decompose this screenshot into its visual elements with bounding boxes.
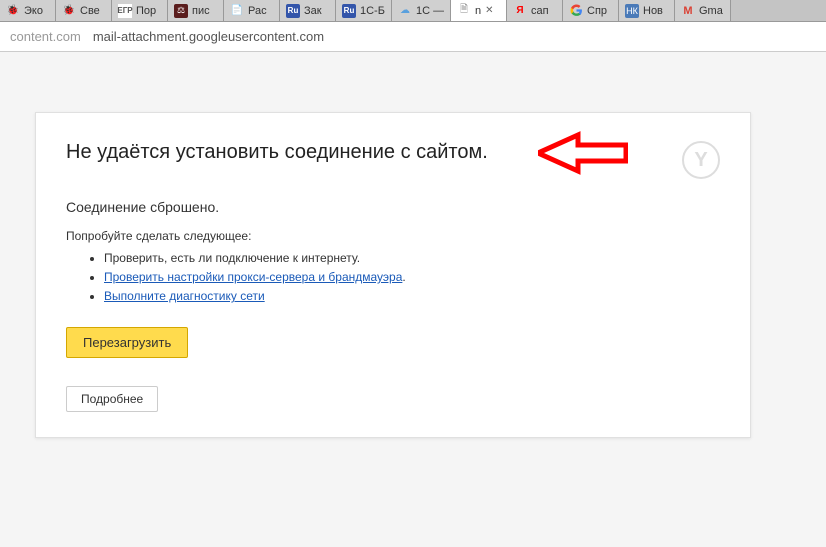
- tab-pis[interactable]: ⚖ пис: [168, 0, 224, 21]
- tab-1c-b[interactable]: Ru 1С-Б: [336, 0, 392, 21]
- yandex-browser-logo-icon: Y: [682, 141, 720, 179]
- error-subtitle: Соединение сброшено.: [66, 199, 720, 215]
- annotation-arrow-icon: [538, 131, 628, 175]
- tab-label: сап: [531, 5, 549, 17]
- tab-zak[interactable]: Ru Зак: [280, 0, 336, 21]
- tab-label: Рас: [248, 5, 267, 17]
- google-icon: [569, 4, 583, 18]
- proxy-settings-link[interactable]: Проверить настройки прокси-сервера и бра…: [104, 270, 402, 284]
- address-bar[interactable]: content.com mail-attachment.googleuserco…: [0, 22, 826, 52]
- tab-label: Зак: [304, 5, 322, 17]
- tab-nov[interactable]: НК Нов: [619, 0, 675, 21]
- list-item: Проверить настройки прокси-сервера и бра…: [104, 268, 720, 287]
- tab-eco[interactable]: 🐞 Эко: [0, 0, 56, 21]
- yandex-icon: Я: [513, 4, 527, 18]
- tab-current[interactable]: 🗎 n ✕: [451, 0, 507, 21]
- tab-label: Све: [80, 5, 100, 17]
- bug-icon: 🐞: [6, 4, 20, 18]
- suggestion-check-internet: Проверить, есть ли подключение к интерне…: [104, 249, 720, 268]
- page-icon: 🗎: [457, 4, 471, 18]
- network-diagnostics-link[interactable]: Выполните диагностику сети: [104, 289, 265, 303]
- tab-label: Спр: [587, 5, 607, 17]
- tab-label: Пор: [136, 5, 156, 17]
- close-icon[interactable]: ✕: [485, 5, 493, 16]
- document-icon: 📄: [230, 4, 244, 18]
- reload-button[interactable]: Перезагрузить: [66, 327, 188, 358]
- error-try-text: Попробуйте сделать следующее:: [66, 229, 720, 243]
- address-prefix: content.com: [10, 29, 81, 44]
- nk-icon: НК: [625, 4, 639, 18]
- tab-1c[interactable]: ☁ 1С —: [392, 0, 451, 21]
- tab-label: n: [475, 5, 481, 17]
- tab-por[interactable]: ЕГР Пор: [112, 0, 168, 21]
- error-title: Не удаётся установить соединение с сайто…: [66, 141, 488, 164]
- details-button[interactable]: Подробнее: [66, 386, 158, 412]
- ru-icon: Ru: [286, 4, 300, 18]
- tab-gmail[interactable]: M Gma: [675, 0, 731, 21]
- gmail-icon: M: [681, 4, 695, 18]
- browser-tabs-bar: 🐞 Эко 🐞 Све ЕГР Пор ⚖ пис 📄 Рас Ru Зак R…: [0, 0, 826, 22]
- list-item: Выполните диагностику сети: [104, 287, 720, 306]
- ru-icon: Ru: [342, 4, 356, 18]
- tab-label: 1С —: [416, 5, 444, 17]
- tab-sve[interactable]: 🐞 Све: [56, 0, 112, 21]
- suggestions-list: Проверить, есть ли подключение к интерне…: [66, 249, 720, 307]
- tab-label: пис: [192, 5, 210, 17]
- egr-icon: ЕГР: [118, 4, 132, 18]
- cloud-icon: ☁: [398, 4, 412, 18]
- tab-sap[interactable]: Я сап: [507, 0, 563, 21]
- tab-label: Gma: [699, 5, 723, 17]
- bug-icon: 🐞: [62, 4, 76, 18]
- tab-label: Нов: [643, 5, 663, 17]
- tab-ras[interactable]: 📄 Рас: [224, 0, 280, 21]
- scales-icon: ⚖: [174, 4, 188, 18]
- tab-label: Эко: [24, 5, 43, 17]
- page-content: Не удаётся установить соединение с сайто…: [0, 52, 826, 438]
- address-url: mail-attachment.googleusercontent.com: [93, 29, 324, 44]
- error-card: Не удаётся установить соединение с сайто…: [35, 112, 751, 438]
- tab-label: 1С-Б: [360, 5, 385, 17]
- tab-spr[interactable]: Спр: [563, 0, 619, 21]
